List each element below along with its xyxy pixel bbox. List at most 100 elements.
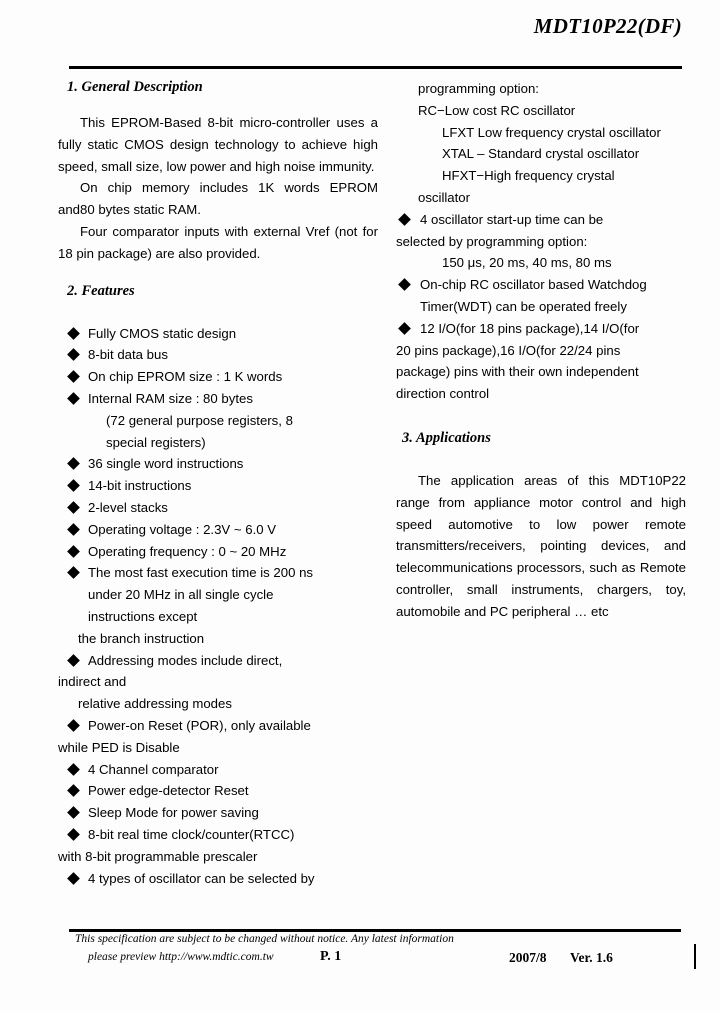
diamond-bullet-icon (398, 212, 411, 226)
section-heading-applications: 3. Applications (402, 429, 491, 446)
feature-item-label: direction control (396, 386, 490, 402)
feature-item-label: programming option: (418, 81, 539, 96)
diamond-bullet-icon (67, 806, 80, 819)
feature-item-label: the branch instruction (78, 630, 205, 646)
feature-item-label: The most fast execution time is 200 ns (88, 565, 314, 581)
feature-item-label: Fully CMOS static design (88, 325, 237, 341)
feature-item-label: 4 oscillator start-up time can be (420, 211, 604, 227)
feature-item-continuation: (72 general purpose registers, 8 (58, 410, 378, 432)
feature-item-continuation: RC−Low cost RC oscillator (396, 100, 686, 122)
feature-item-continuation: package) pins with their own independent (396, 361, 686, 383)
feature-item-continuation: special registers) (58, 432, 378, 454)
diamond-bullet-icon (67, 457, 80, 471)
feature-item-label: 12 I/O(for 18 pins package),14 I/O(for (420, 320, 640, 336)
feature-item-label: instructions except (88, 608, 198, 624)
diamond-bullet-icon (67, 762, 80, 776)
feature-item-label: Power edge-detector Reset (88, 783, 249, 799)
footer-version: Ver. 1.6 (570, 950, 613, 965)
diamond-bullet-icon (67, 784, 80, 798)
diamond-bullet-icon (67, 501, 80, 514)
feature-item-label: 8-bit data bus (88, 347, 168, 363)
feature-item-continuation: indirect and (58, 671, 378, 693)
feature-item-label: relative addressing modes (78, 696, 232, 712)
feature-item-label: 150 μs, 20 ms, 40 ms, 80 ms (442, 255, 612, 271)
feature-item-continuation: LFXT Low frequency crystal oscillator (396, 122, 686, 144)
diamond-bullet-icon (67, 871, 80, 885)
diamond-bullet-icon (67, 566, 80, 580)
feature-item-label: under 20 MHz in all single cycle (88, 587, 274, 603)
diamond-bullet-icon (67, 392, 80, 405)
feature-item-label: special registers) (106, 434, 206, 450)
feature-item-label: (72 general purpose registers, 8 (106, 412, 293, 428)
feature-item: The most fast execution time is 200 ns (58, 562, 378, 584)
feature-item-label: On chip EPROM size : 1 K words (88, 369, 283, 385)
feature-item-continuation: 20 pins package),16 I/O(for 22/24 pins (396, 340, 686, 362)
feature-item: 36 single word instructions (58, 453, 378, 475)
feature-item: Power edge-detector Reset (58, 780, 378, 802)
footer-rule (69, 929, 681, 932)
feature-item-continuation: under 20 MHz in all single cycle (58, 584, 378, 606)
footer-page-number: P. 1 (320, 949, 342, 964)
feature-item-label: Internal RAM size : 80 bytes (88, 390, 253, 406)
feature-item-label: 20 pins package),16 I/O(for 22/24 pins (396, 342, 621, 358)
feature-item-label: 8-bit real time clock/counter(RTCC) (88, 826, 295, 842)
feature-item-continuation: Timer(WDT) can be operated freely (396, 296, 686, 318)
feature-item-label: Operating voltage : 2.3V ~ 6.0 V (88, 521, 277, 537)
left-column: 1. General Description This EPROM-Based … (58, 78, 378, 889)
feature-item-label: Operating frequency : 0 ~ 20 MHz (88, 543, 287, 559)
page-header: MDT10P22(DF) (69, 8, 682, 66)
feature-item-label: XTAL – Standard crystal oscillator (442, 146, 640, 162)
feature-item-label: HFXT−High frequency crystal (442, 168, 615, 184)
feature-item-label: while PED is Disable (58, 739, 180, 755)
feature-item: On-chip RC oscillator based Watchdog (396, 274, 686, 296)
feature-item-label: oscillator (418, 189, 471, 205)
feature-item-label: Power-on Reset (POR), only available (88, 717, 311, 733)
feature-item-label: On-chip RC oscillator based Watchdog (420, 277, 647, 293)
feature-item-label: RC−Low cost RC oscillator (418, 102, 576, 118)
feature-item-label: 4 types of oscillator can be selected by (88, 870, 315, 886)
feature-item-continuation: 150 μs, 20 ms, 40 ms, 80 ms (396, 252, 686, 274)
feature-item: 12 I/O(for 18 pins package),14 I/O(for (396, 318, 686, 340)
applications-paragraph: The application areas of this MDT10P22 r… (396, 472, 686, 619)
feature-item-continuation: direction control (396, 383, 686, 405)
diamond-bullet-icon (67, 348, 80, 362)
diamond-bullet-icon (398, 278, 411, 292)
features-list-continued: programming option: RC−Low cost RC oscill… (396, 78, 686, 405)
diamond-bullet-icon (67, 370, 80, 384)
document-title: MDT10P22(DF) (533, 14, 682, 38)
diamond-bullet-icon (67, 544, 80, 558)
feature-item: Internal RAM size : 80 bytes (58, 388, 378, 410)
section-heading-general-description: 1. General Description (67, 79, 203, 95)
general-description-paragraph-1: This EPROM-Based 8-bit micro-controller … (58, 115, 378, 174)
diamond-bullet-icon (67, 479, 80, 493)
feature-item: 4 oscillator start-up time can be (396, 209, 686, 231)
feature-item-continuation: instructions except (58, 606, 378, 628)
diamond-bullet-icon (398, 321, 411, 335)
feature-item-label: 36 single word instructions (88, 456, 244, 472)
diamond-bullet-icon (67, 522, 80, 536)
feature-item: 14-bit instructions (58, 475, 378, 497)
feature-item-continuation: relative addressing modes (58, 693, 378, 715)
feature-item-continuation: HFXT−High frequency crystal (396, 165, 686, 187)
feature-item-continuation: with 8-bit programmable prescaler (58, 846, 378, 868)
feature-item-continuation: programming option: (396, 78, 686, 100)
feature-item-label: with 8-bit programmable prescaler (58, 848, 258, 864)
feature-item: Operating voltage : 2.3V ~ 6.0 V (58, 519, 378, 541)
feature-item-continuation: XTAL – Standard crystal oscillator (396, 143, 686, 165)
feature-item: Addressing modes include direct, (58, 650, 378, 672)
diamond-bullet-icon (67, 719, 80, 732)
right-column: programming option: RC−Low cost RC oscill… (396, 78, 686, 623)
feature-item-label: package) pins with their own independent (396, 364, 639, 380)
feature-item-continuation: selected by programming option: (396, 231, 686, 253)
general-description-paragraph-3: Four comparator inputs with external Vre… (58, 223, 378, 261)
feature-item: 4 types of oscillator can be selected by (58, 868, 378, 890)
header-rule (69, 66, 682, 69)
feature-item-continuation: oscillator (396, 187, 686, 209)
footer-notice: This specification are subject to be cha… (75, 933, 454, 945)
feature-item-label: 14-bit instructions (88, 478, 192, 494)
features-list: Fully CMOS static design 8-bit data bus On… (58, 323, 378, 890)
feature-item-label: selected by programming option: (396, 233, 588, 249)
